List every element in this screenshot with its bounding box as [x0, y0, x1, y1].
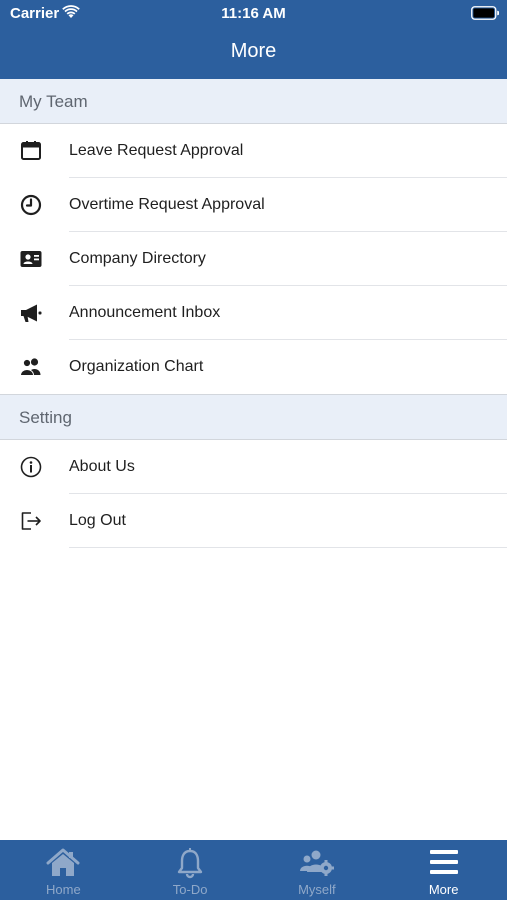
calendar-icon: [21, 141, 41, 160]
menu-item-label: Organization Chart: [69, 358, 204, 375]
menu-item-label: Leave Request Approval: [69, 142, 244, 159]
menu-item-announcement-inbox[interactable]: Announcement Inbox: [0, 286, 507, 340]
more-menu-list: My Team Leave Request Approval Overtime …: [0, 79, 507, 548]
menu-item-label: About Us: [69, 458, 135, 475]
section-header-my-team: My Team: [0, 79, 507, 124]
tab-bar: Home To-Do Myself More: [0, 840, 507, 900]
tab-myself[interactable]: Myself: [254, 840, 381, 900]
users-icon: [19, 358, 41, 376]
menu-item-label: Company Directory: [69, 250, 206, 267]
users-gear-icon: [299, 850, 334, 876]
navigation-bar: Carrier 11:16 AM More: [0, 0, 507, 79]
bell-icon: [177, 848, 203, 879]
tab-label: Myself: [298, 882, 336, 897]
menu-item-leave-request-approval[interactable]: Leave Request Approval: [0, 124, 507, 178]
tab-home[interactable]: Home: [0, 840, 127, 900]
clock-icon: [20, 194, 42, 216]
tab-label: To-Do: [172, 882, 208, 897]
page-title: More: [230, 40, 277, 62]
menu-item-company-directory[interactable]: Company Directory: [0, 232, 507, 286]
menu-icon: [429, 850, 458, 874]
row-divider: [69, 547, 507, 548]
info-icon: [20, 456, 42, 478]
status-time: 11:16 AM: [221, 5, 286, 22]
tab-label: More: [428, 882, 459, 897]
logout-icon: [21, 512, 41, 530]
menu-item-label: Overtime Request Approval: [69, 196, 265, 213]
menu-item-label: Log Out: [69, 512, 126, 529]
menu-item-organization-chart[interactable]: Organization Chart: [0, 340, 507, 394]
section-header-setting: Setting: [0, 394, 507, 440]
menu-item-about-us[interactable]: About Us: [0, 440, 507, 494]
status-bar: Carrier 11:16 AM: [0, 0, 507, 28]
tab-label: Home: [46, 882, 81, 897]
battery-icon: [471, 6, 499, 20]
megaphone-icon: [21, 304, 42, 322]
contact-card-icon: [20, 251, 42, 267]
menu-item-overtime-request-approval[interactable]: Overtime Request Approval: [0, 178, 507, 232]
menu-item-log-out[interactable]: Log Out: [0, 494, 507, 548]
tab-to-do[interactable]: To-Do: [127, 840, 254, 900]
tab-more[interactable]: More: [380, 840, 507, 900]
home-icon: [46, 848, 80, 876]
menu-item-label: Announcement Inbox: [69, 304, 221, 321]
